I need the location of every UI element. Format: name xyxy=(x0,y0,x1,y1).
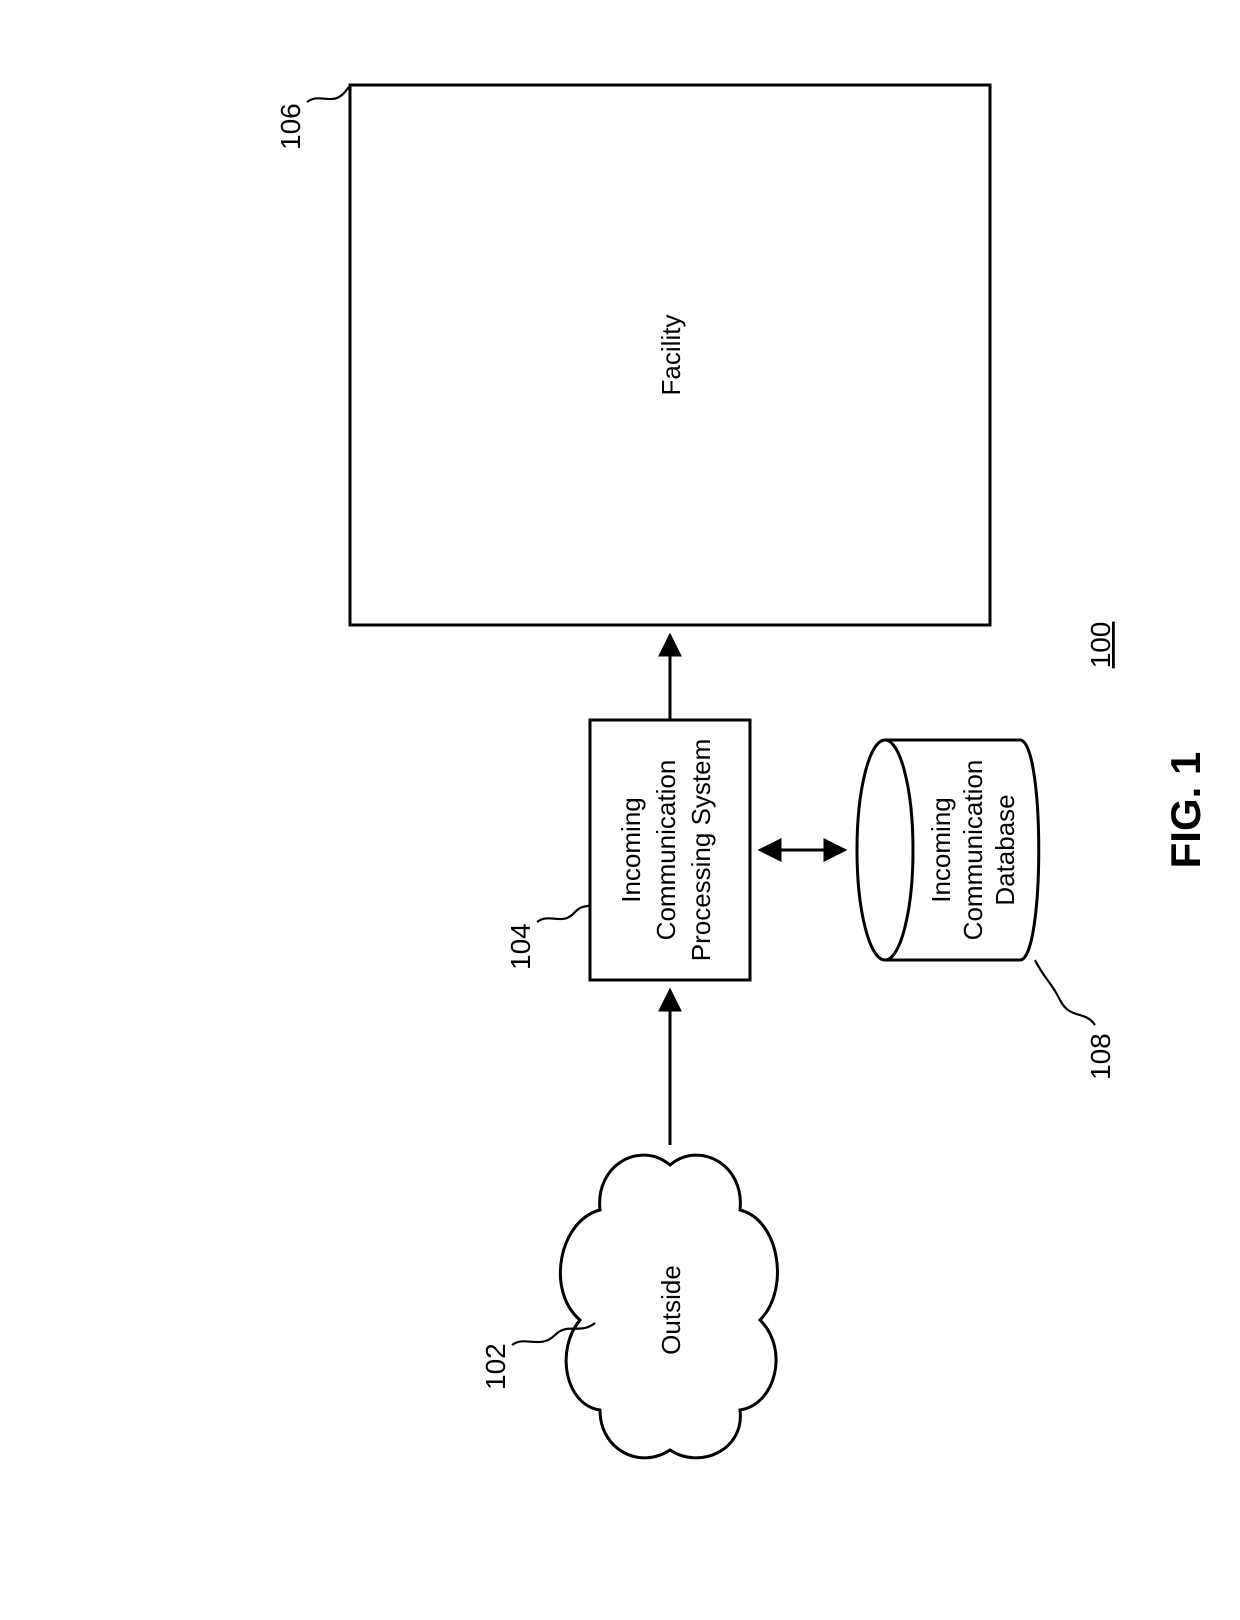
facility-ref: 106 xyxy=(275,85,350,150)
database-ref: 108 xyxy=(1035,960,1116,1080)
database-label-line1: Incoming xyxy=(926,797,956,903)
system-ref: 100 xyxy=(1085,622,1116,669)
svg-text:108: 108 xyxy=(1085,1033,1116,1080)
facility-node: Facility xyxy=(350,85,990,625)
processor-label-line3: Processing System xyxy=(686,739,716,962)
svg-text:104: 104 xyxy=(505,923,536,970)
database-label-line3: Database xyxy=(990,794,1020,905)
processor-label-line2: Communication xyxy=(651,760,681,941)
processor-node: Incoming Communication Processing System xyxy=(590,720,750,980)
database-node: Incoming Communication Database xyxy=(857,740,1039,960)
outside-label: Outside xyxy=(656,1265,686,1355)
outside-ref: 102 xyxy=(480,1323,595,1390)
facility-label: Facility xyxy=(656,315,686,396)
processor-label-line1: Incoming xyxy=(616,797,646,903)
outside-node: Outside xyxy=(560,1155,777,1458)
figure-caption: FIG. 1 xyxy=(1162,752,1209,869)
svg-text:102: 102 xyxy=(480,1343,511,1390)
database-label-line2: Communication xyxy=(958,760,988,941)
figure-diagram: Outside 102 Incoming Communication Proce… xyxy=(0,0,1240,1620)
svg-text:106: 106 xyxy=(275,103,306,150)
processor-ref: 104 xyxy=(505,902,590,970)
